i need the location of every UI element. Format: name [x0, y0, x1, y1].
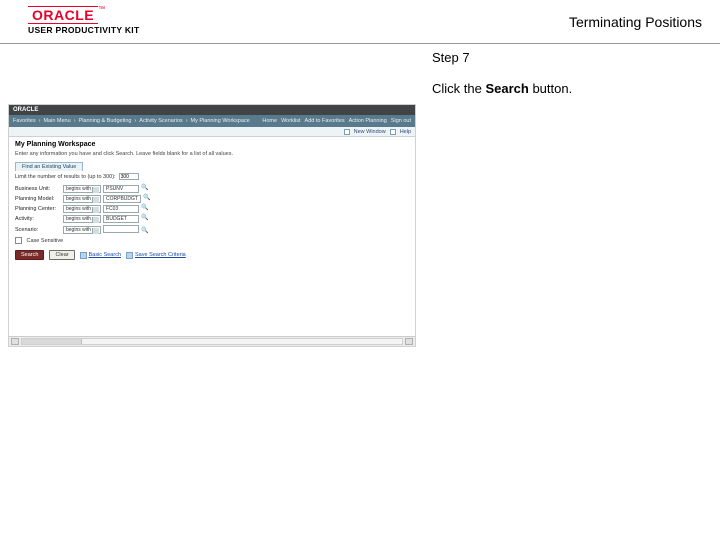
main-area: ORACLE Favorites › Main Menu › Planning … [0, 44, 720, 347]
embedded-app-column: ORACLE Favorites › Main Menu › Planning … [0, 44, 420, 347]
oracle-logo: ORACLE™ USER PRODUCTIVITY KIT [28, 6, 139, 35]
search-button[interactable]: Search [15, 250, 44, 260]
header-right-links: Home Worklist Add to Favorites Action Pl… [262, 118, 411, 124]
crumb-main-menu[interactable]: Main Menu [43, 118, 70, 124]
link-basic-search[interactable]: Basic Search [80, 252, 121, 259]
page-heading: My Planning Workspace [15, 141, 409, 148]
new-window-icon[interactable] [344, 129, 350, 135]
op-planning-model[interactable]: begins with [63, 195, 101, 203]
label-scenario: Scenario: [15, 225, 63, 237]
input-business-unit[interactable]: PSUNV [103, 185, 139, 193]
step-text-bold: Search [485, 81, 528, 96]
lookup-icon[interactable]: 🔍 [141, 215, 148, 222]
scroll-right-button[interactable] [405, 338, 413, 345]
lookup-icon[interactable]: 🔍 [141, 205, 148, 212]
input-scenario[interactable] [103, 225, 139, 233]
oracle-wordmark: ORACLE [28, 6, 98, 24]
step-label: Step 7 [432, 50, 706, 65]
embedded-app-frame: ORACLE Favorites › Main Menu › Planning … [8, 104, 416, 347]
link-action-planning[interactable]: Action Planning [349, 118, 387, 124]
scroll-left-button[interactable] [11, 338, 19, 345]
horizontal-scrollbar[interactable] [9, 336, 415, 346]
scroll-thumb[interactable] [22, 339, 82, 344]
app-body: My Planning Workspace Enter any informat… [9, 137, 415, 336]
lookup-icon[interactable]: 🔍 [141, 185, 148, 192]
scroll-track[interactable] [21, 338, 403, 345]
input-planning-model[interactable]: CORPBUDGT [103, 195, 141, 203]
upk-header: ORACLE™ USER PRODUCTIVITY KIT Terminatin… [0, 0, 720, 44]
basic-search-icon [80, 252, 87, 259]
clear-button[interactable]: Clear [49, 250, 74, 260]
limit-input[interactable] [119, 173, 139, 180]
link-worklist[interactable]: Worklist [281, 118, 300, 124]
crumb-favorites[interactable]: Favorites [13, 118, 36, 124]
label-planning-model: Planning Model: [15, 195, 63, 205]
link-save-search-criteria[interactable]: Save Search Criteria [126, 252, 186, 259]
app-subbar: New Window Help [9, 127, 415, 137]
save-search-icon [126, 252, 133, 259]
op-activity[interactable]: begins with [63, 215, 101, 223]
link-new-window[interactable]: New Window [354, 129, 386, 135]
page-title: Terminating Positions [569, 14, 702, 30]
label-case-sensitive: Case Sensitive [27, 238, 64, 244]
input-planning-center[interactable]: FC03 [103, 205, 139, 213]
tab-find-existing-value[interactable]: Find an Existing Value [15, 162, 83, 171]
instruction-panel: Step 7 Click the Search button. [420, 44, 720, 96]
link-add-to-favorites[interactable]: Add to Favorites [305, 118, 345, 124]
step-text: Click the Search button. [432, 81, 706, 96]
tabstrip: Find an Existing Value [15, 161, 409, 170]
help-icon[interactable] [390, 129, 396, 135]
link-home[interactable]: Home [262, 118, 277, 124]
limit-row: Limit the number of results to (up to 30… [15, 173, 409, 180]
breadcrumb: Favorites › Main Menu › Planning & Budge… [13, 118, 250, 124]
crumb-my-planning-workspace[interactable]: My Planning Workspace [191, 118, 250, 124]
op-planning-center[interactable]: begins with [63, 205, 101, 213]
label-activity: Activity: [15, 215, 63, 225]
input-activity[interactable]: BUDGET [103, 215, 139, 223]
op-business-unit[interactable]: begins with [63, 185, 101, 193]
link-help[interactable]: Help [400, 129, 411, 135]
search-form: Business Unit: begins with PSUNV🔍 Planni… [15, 185, 152, 246]
app-topbar: ORACLE [9, 105, 415, 115]
trademark: ™ [98, 6, 105, 13]
lookup-icon[interactable]: 🔍 [141, 228, 148, 235]
label-business-unit: Business Unit: [15, 185, 63, 195]
lookup-icon[interactable]: 🔍 [143, 195, 150, 202]
op-scenario[interactable]: begins with [63, 226, 101, 234]
crumb-activity-scenarios[interactable]: Activity Scenarios [139, 118, 182, 124]
limit-label: Limit the number of results to (up to 30… [15, 174, 116, 180]
upk-subtitle: USER PRODUCTIVITY KIT [28, 26, 139, 35]
link-sign-out[interactable]: Sign out [391, 118, 411, 124]
checkbox-case-sensitive[interactable] [15, 237, 22, 244]
app-menubar: Favorites › Main Menu › Planning & Budge… [9, 115, 415, 127]
app-logo: ORACLE [13, 107, 38, 113]
button-row: Search Clear Basic Search Save Search Cr… [15, 250, 409, 260]
page-hint: Enter any information you have and click… [15, 151, 409, 157]
label-planning-center: Planning Center: [15, 205, 63, 215]
crumb-planning-budgeting[interactable]: Planning & Budgeting [79, 118, 132, 124]
